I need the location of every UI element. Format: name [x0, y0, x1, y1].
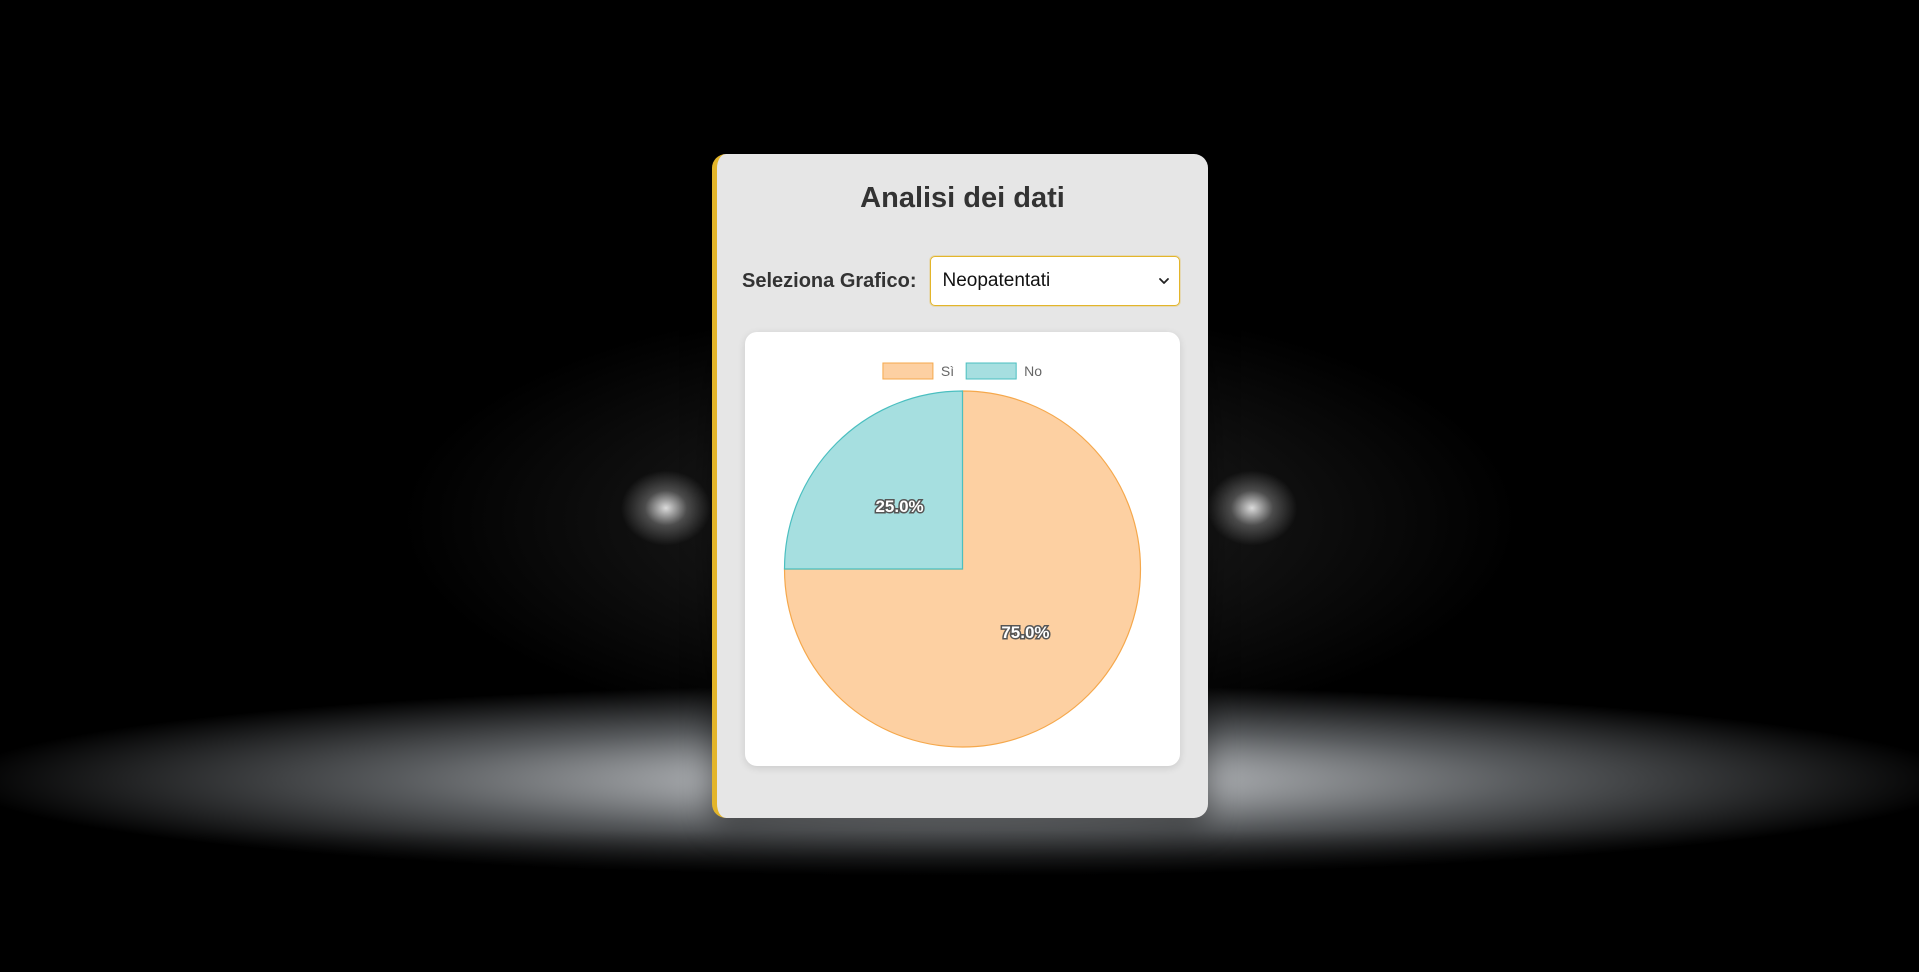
analysis-card: Analisi dei dati Seleziona Grafico: Neop… — [712, 154, 1208, 818]
legend-swatch-si[interactable] — [882, 362, 934, 380]
chart-select-dropdown[interactable]: Neopatentati — [929, 256, 1180, 306]
chart-select-value: Neopatentati — [942, 270, 1051, 291]
chart-selector-label: Seleziona Grafico: — [742, 269, 917, 292]
legend-label-si[interactable]: Sì — [941, 363, 954, 379]
background-shade — [0, 830, 1919, 972]
chart-legend: Sì No — [882, 362, 1042, 380]
pie-slices — [783, 390, 1142, 748]
chart-selector-row: Seleziona Grafico: Neopatentati — [742, 256, 1193, 306]
pie-chart: Sì No 75.0% 25.0% — [783, 362, 1142, 748]
pie-slice-no[interactable] — [783, 390, 964, 570]
pie-label-no: 25.0% — [875, 497, 923, 516]
pie-label-si: 75.0% — [1001, 623, 1049, 642]
chart-container: Sì No 75.0% 25.0% — [745, 332, 1180, 766]
legend-label-no[interactable]: No — [1024, 363, 1042, 379]
chevron-down-icon — [1158, 278, 1169, 284]
page-title: Analisi dei dati — [860, 182, 1065, 214]
legend-swatch-no[interactable] — [965, 362, 1017, 380]
